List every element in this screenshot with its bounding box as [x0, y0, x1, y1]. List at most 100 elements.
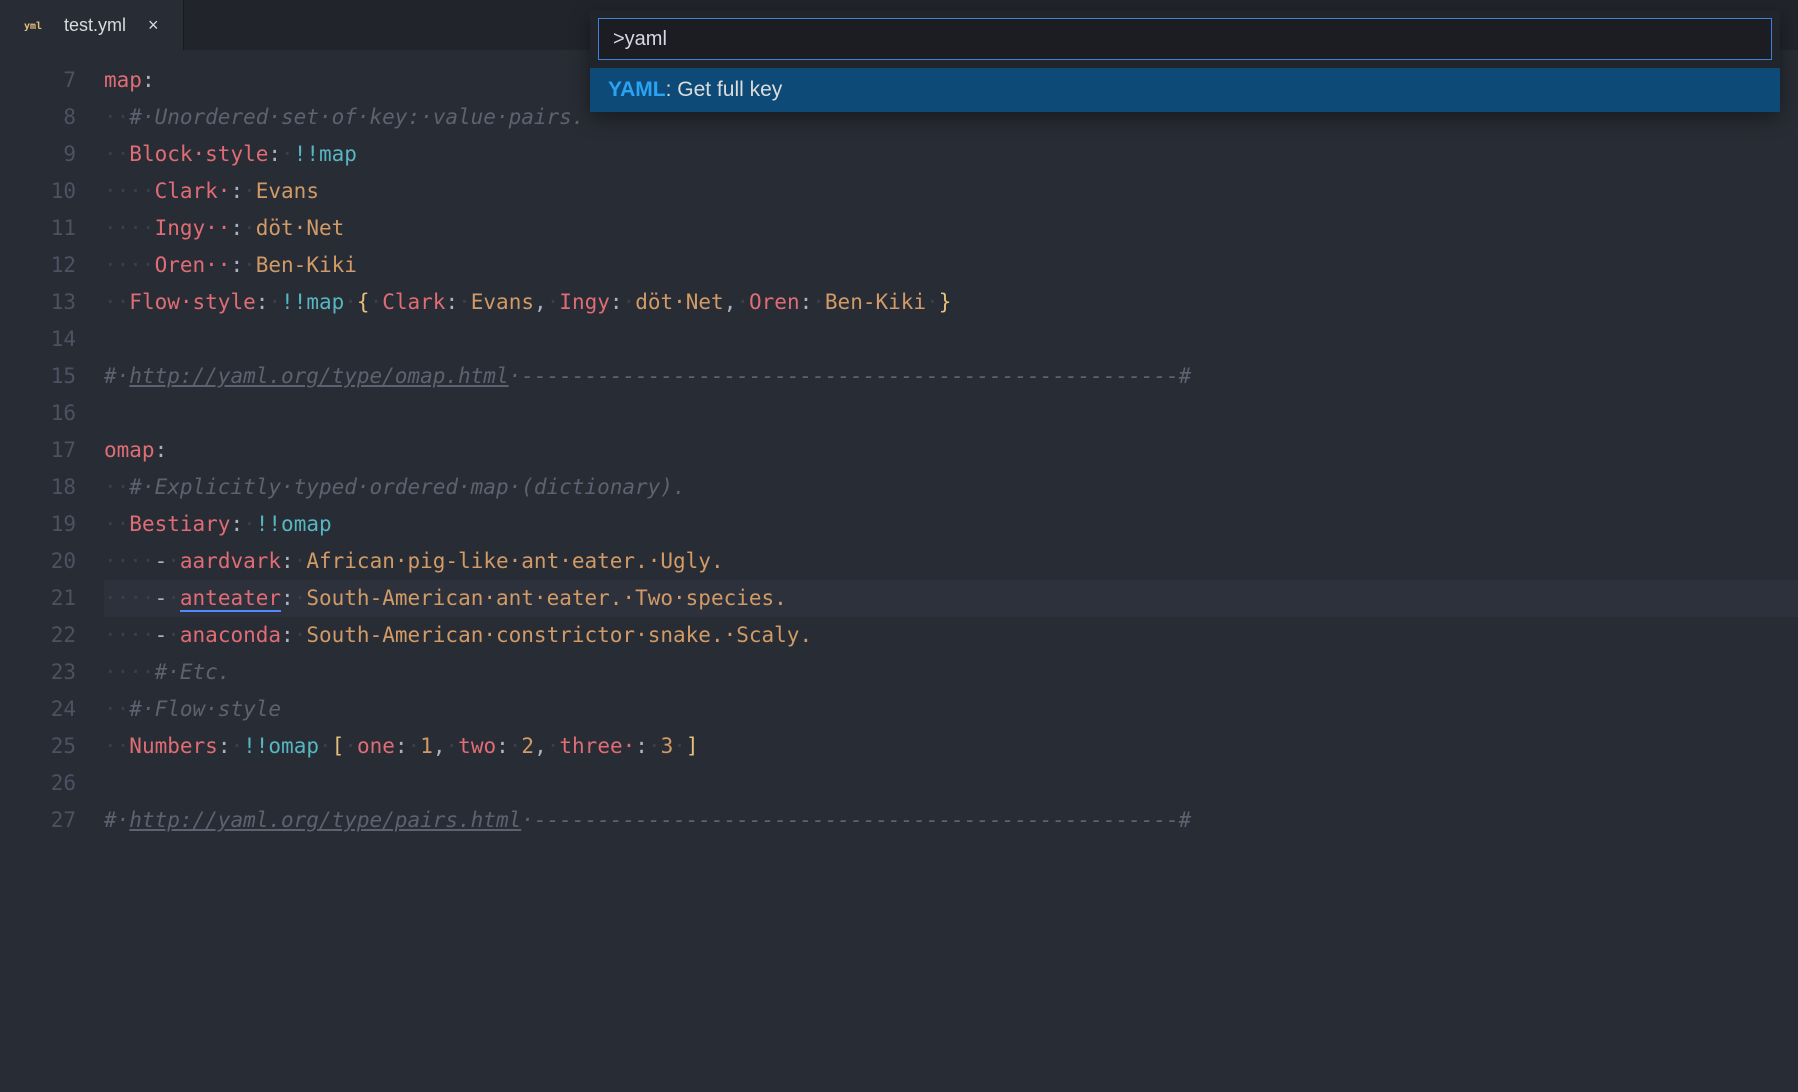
- code-token: ·: [344, 734, 357, 758]
- code-line[interactable]: [104, 321, 1798, 358]
- code-token: Block·style: [129, 142, 268, 166]
- code-content[interactable]: map:··#·Unordered·set·of·key:·value·pair…: [104, 62, 1798, 1092]
- code-token: ····: [104, 586, 155, 610]
- code-token: :: [281, 549, 294, 573]
- code-token: ,: [534, 290, 547, 314]
- code-line[interactable]: ····Oren··:·Ben-Kiki: [104, 247, 1798, 284]
- code-line[interactable]: ····-·anaconda:·South-American·constrict…: [104, 617, 1798, 654]
- line-number: 25: [0, 728, 76, 765]
- code-token: :: [230, 512, 243, 536]
- code-token: -: [155, 586, 168, 610]
- code-token: anaconda: [180, 623, 281, 647]
- line-number: 19: [0, 506, 76, 543]
- code-token: Oren··: [155, 253, 231, 277]
- code-token: ·: [458, 290, 471, 314]
- code-token: ·: [319, 734, 332, 758]
- code-line[interactable]: #·http://yaml.org/type/omap.html·-------…: [104, 358, 1798, 395]
- code-token: ··: [104, 475, 129, 499]
- line-number-gutter: 789101112131415161718192021222324252627: [0, 62, 104, 1092]
- code-line[interactable]: ··Flow·style:·!!map·{·Clark:·Evans,·Ingy…: [104, 284, 1798, 321]
- code-token: ····: [104, 623, 155, 647]
- code-line[interactable]: [104, 765, 1798, 802]
- code-token: Clark: [382, 290, 445, 314]
- code-token: 3: [661, 734, 674, 758]
- line-number: 13: [0, 284, 76, 321]
- code-line[interactable]: ····Clark·:·Evans: [104, 173, 1798, 210]
- code-token: omap: [104, 438, 155, 462]
- code-line[interactable]: ····-·aardvark:·African·pig-like·ant·eat…: [104, 543, 1798, 580]
- code-token: Ben-Kiki: [256, 253, 357, 277]
- code-token: :: [635, 734, 648, 758]
- code-line[interactable]: ····Ingy··:·döt·Net: [104, 210, 1798, 247]
- code-line[interactable]: omap:: [104, 432, 1798, 469]
- svg-text:yml: yml: [24, 21, 42, 32]
- code-token: :: [230, 253, 243, 277]
- command-palette-result[interactable]: YAML: Get full key: [590, 68, 1780, 112]
- code-token: {: [357, 290, 370, 314]
- code-token: ·: [294, 549, 307, 573]
- code-line[interactable]: ··#·Flow·style: [104, 691, 1798, 728]
- code-token: :: [230, 216, 243, 240]
- line-number: 10: [0, 173, 76, 210]
- line-number: 22: [0, 617, 76, 654]
- code-token: South-American·constrictor·snake.·Scaly.: [306, 623, 812, 647]
- code-line[interactable]: [104, 395, 1798, 432]
- code-token: :: [610, 290, 623, 314]
- line-number: 7: [0, 62, 76, 99]
- code-token: three·: [559, 734, 635, 758]
- code-token: ····: [104, 660, 155, 684]
- code-token: :: [395, 734, 408, 758]
- code-token: anteater: [180, 586, 281, 612]
- code-token: ·: [167, 623, 180, 647]
- code-token: ·: [243, 512, 256, 536]
- code-token: ·: [926, 290, 939, 314]
- code-token: #·Flow·style: [129, 697, 281, 721]
- code-token: #·Explicitly·typed·ordered·map·(dictiona…: [129, 475, 685, 499]
- line-number: 8: [0, 99, 76, 136]
- code-line[interactable]: #·http://yaml.org/type/pairs.html·------…: [104, 802, 1798, 839]
- palette-result-match: YAML: [608, 78, 666, 101]
- code-token: !!omap: [243, 734, 319, 758]
- code-line[interactable]: ····-·anteater:·South-American·ant·eater…: [104, 580, 1798, 617]
- code-token: ]: [686, 734, 699, 758]
- code-token: :: [218, 734, 231, 758]
- code-line[interactable]: ··Bestiary:·!!omap: [104, 506, 1798, 543]
- code-token: Flow·style: [129, 290, 255, 314]
- code-line[interactable]: ··Block·style:·!!map: [104, 136, 1798, 173]
- code-token: ··: [104, 697, 129, 721]
- code-token: ·: [370, 290, 383, 314]
- code-token: ,: [724, 290, 737, 314]
- code-token: ··: [104, 142, 129, 166]
- code-token: ·: [408, 734, 421, 758]
- editor-area[interactable]: 789101112131415161718192021222324252627 …: [0, 50, 1798, 1092]
- code-token: ·: [736, 290, 749, 314]
- code-token: ·: [167, 586, 180, 610]
- code-token: map: [104, 68, 142, 92]
- code-token: ····: [104, 179, 155, 203]
- code-token: :: [281, 586, 294, 610]
- code-token: Bestiary: [129, 512, 230, 536]
- code-token: http://yaml.org/type/pairs.html: [129, 808, 521, 832]
- code-token: döt·Net: [635, 290, 724, 314]
- code-line[interactable]: ····#·Etc.: [104, 654, 1798, 691]
- code-line[interactable]: ··Numbers:·!!omap·[·one:·1,·two:·2,·thre…: [104, 728, 1798, 765]
- line-number: 24: [0, 691, 76, 728]
- code-token: ·: [294, 586, 307, 610]
- code-token: Oren: [749, 290, 800, 314]
- code-line[interactable]: ··#·Explicitly·typed·ordered·map·(dictio…: [104, 469, 1798, 506]
- editor-tab[interactable]: yml test.yml ×: [0, 0, 184, 50]
- code-token: ·: [243, 253, 256, 277]
- code-token: ·: [230, 734, 243, 758]
- line-number: 9: [0, 136, 76, 173]
- code-token: one: [357, 734, 395, 758]
- code-token: !!map: [294, 142, 357, 166]
- line-number: 27: [0, 802, 76, 839]
- command-palette-input[interactable]: [598, 18, 1772, 60]
- line-number: 14: [0, 321, 76, 358]
- code-token: ··: [104, 512, 129, 536]
- close-icon[interactable]: ×: [142, 15, 165, 36]
- code-token: ·: [281, 142, 294, 166]
- code-token: #·: [104, 364, 129, 388]
- code-token: ,: [433, 734, 446, 758]
- code-token: Ben-Kiki: [825, 290, 926, 314]
